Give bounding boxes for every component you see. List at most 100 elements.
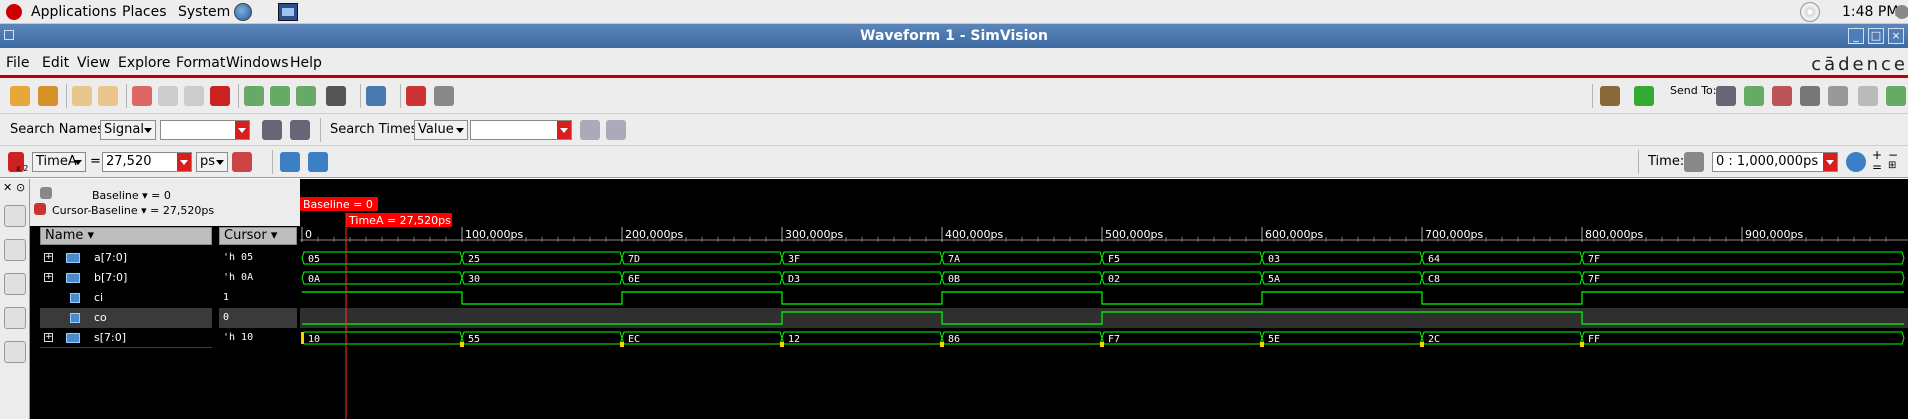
tools-icon[interactable] <box>1600 86 1620 106</box>
find-previous-time-icon[interactable] <box>580 120 600 140</box>
redhat-icon[interactable] <box>6 4 22 20</box>
expand-icon[interactable] <box>270 86 290 106</box>
terminal-launcher-icon[interactable] <box>278 3 298 21</box>
zoom-fit-icon[interactable]: ⊞ <box>1888 160 1896 171</box>
expand-icon[interactable]: + <box>44 253 53 262</box>
clock[interactable]: 1:48 PM <box>1842 4 1898 20</box>
send-to-register-icon[interactable] <box>1800 86 1820 106</box>
maximize-button[interactable]: □ <box>1868 28 1884 44</box>
copy-icon[interactable] <box>158 86 178 106</box>
send-to-schematic-icon[interactable] <box>1772 86 1792 106</box>
next-edge-icon[interactable] <box>308 152 328 172</box>
paste-icon[interactable] <box>184 86 204 106</box>
baseline-readout[interactable]: Baseline ▾ = 0 <box>92 189 171 202</box>
open-database-icon[interactable] <box>10 86 30 106</box>
find-next-names-icon[interactable] <box>290 120 310 140</box>
time-unit-select[interactable]: ps <box>196 152 228 172</box>
close-button[interactable]: × <box>1888 28 1904 44</box>
close-pane-icon[interactable]: ✕ <box>3 181 12 194</box>
bus-segment <box>1101 271 1263 285</box>
volume-icon[interactable] <box>1895 5 1908 19</box>
browser-launcher-icon[interactable] <box>234 3 252 21</box>
window-titlebar[interactable]: Waveform 1 - SimVision _ □ × <box>0 24 1908 48</box>
expand-icon[interactable]: + <box>44 273 53 282</box>
baseline-icon[interactable] <box>40 187 52 199</box>
send-to-source-icon[interactable] <box>1886 86 1906 106</box>
expand-icon[interactable]: + <box>44 333 53 342</box>
binoculars-icon[interactable] <box>326 86 346 106</box>
bus-signal-icon <box>66 273 80 283</box>
search-times-mode-select[interactable]: Value <box>414 120 468 140</box>
search-names-input[interactable] <box>160 120 250 140</box>
signal-row-s[interactable]: + s[7:0] <box>40 328 212 348</box>
baseline-flag-label: Baseline = 0 <box>303 198 373 211</box>
signal-row-co[interactable]: co <box>40 308 212 328</box>
cursor-name-select[interactable]: TimeA <box>32 152 86 172</box>
bus-segment <box>1581 251 1905 265</box>
display-icon[interactable] <box>366 86 386 106</box>
menubar: File Edit View Explore Format Windows He… <box>0 48 1908 78</box>
zoom-icon[interactable] <box>1846 152 1866 172</box>
name-column-header[interactable]: Name ▾ <box>40 227 212 245</box>
menu-edit[interactable]: Edit <box>42 55 69 71</box>
transaction-marker <box>460 342 464 347</box>
reload-icon[interactable] <box>38 86 58 106</box>
send-to-memory-icon[interactable] <box>1828 86 1848 106</box>
group-rail-icon[interactable] <box>4 341 26 363</box>
cursor-column-header[interactable]: Cursor ▾ <box>219 227 297 245</box>
search-times-input[interactable] <box>470 120 572 140</box>
system-menu[interactable]: System <box>178 4 230 20</box>
menu-help[interactable]: Help <box>290 55 322 71</box>
places-menu[interactable]: Places <box>122 4 167 20</box>
menu-format[interactable]: Format <box>176 55 225 71</box>
waveform-canvas[interactable]: 0 100,000ps 200,000ps 300,000ps 400,000ps 500… <box>300 179 1908 419</box>
undock-pane-icon[interactable]: ⊙ <box>16 181 25 194</box>
zoom-full-icon[interactable]: = <box>1872 160 1882 174</box>
signal-row-b[interactable]: + b[7:0] <box>40 268 212 288</box>
bus-rail-icon[interactable] <box>4 307 26 329</box>
bus-segment <box>781 271 943 285</box>
applications-menu[interactable]: Applications <box>31 4 117 20</box>
menu-file[interactable]: File <box>6 55 29 71</box>
signal-row-a[interactable]: + a[7:0] <box>40 248 212 268</box>
waveform-svg[interactable]: 0 100,000ps 200,000ps 300,000ps 400,000ps 500… <box>300 179 1908 419</box>
group-icon[interactable] <box>244 86 264 106</box>
bus-segment <box>781 251 943 265</box>
bus-value-label: 7F <box>1588 254 1600 265</box>
menu-view[interactable]: View <box>77 55 110 71</box>
cursor-baseline-readout[interactable]: Cursor-Baseline ▾ = 27,520ps <box>52 204 214 217</box>
scalar-waveform <box>302 291 1904 305</box>
pointer-icon[interactable] <box>434 86 454 106</box>
time-range-icon[interactable] <box>1684 152 1704 172</box>
sidebar-rail: ✕ ⊙ <box>0 179 30 419</box>
signal-row-ci[interactable]: ci <box>40 288 212 308</box>
bus-value-label: 05 <box>308 254 320 265</box>
find-next-time-icon[interactable] <box>606 120 626 140</box>
previous-edge-icon[interactable] <box>280 152 300 172</box>
menu-windows[interactable]: Windows <box>226 55 289 71</box>
send-to-browser-icon[interactable] <box>1716 86 1736 106</box>
send-to-table-icon[interactable] <box>1858 86 1878 106</box>
cursor-baseline-icon[interactable] <box>34 203 46 215</box>
cut-icon[interactable] <box>132 86 152 106</box>
schematic-rail-icon[interactable] <box>4 273 26 295</box>
hierarchy-rail-icon[interactable] <box>4 239 26 261</box>
minimize-button[interactable]: _ <box>1848 28 1864 44</box>
send-to-waveform-icon[interactable] <box>1744 86 1764 106</box>
cd-drive-icon[interactable] <box>1800 2 1820 22</box>
search-rail-icon[interactable] <box>4 205 26 227</box>
search-names-mode-select[interactable]: Signal <box>100 120 156 140</box>
transaction-marker <box>780 342 784 347</box>
find-names-icon[interactable] <box>262 120 282 140</box>
add-icon[interactable] <box>1634 86 1654 106</box>
marker-icon[interactable] <box>406 86 426 106</box>
delete-cursor-icon[interactable] <box>232 152 252 172</box>
delete-icon[interactable] <box>210 86 230 106</box>
collapse-icon[interactable] <box>296 86 316 106</box>
baseline-info: Baseline ▾ = 0 Cursor-Baseline ▾ = 27,52… <box>30 179 300 226</box>
redo-icon[interactable] <box>98 86 118 106</box>
cursor-time-input[interactable]: 27,520 <box>102 152 192 172</box>
menu-explore[interactable]: Explore <box>118 55 171 71</box>
time-range-input[interactable]: 0 : 1,000,000ps <box>1712 152 1838 172</box>
undo-icon[interactable] <box>72 86 92 106</box>
